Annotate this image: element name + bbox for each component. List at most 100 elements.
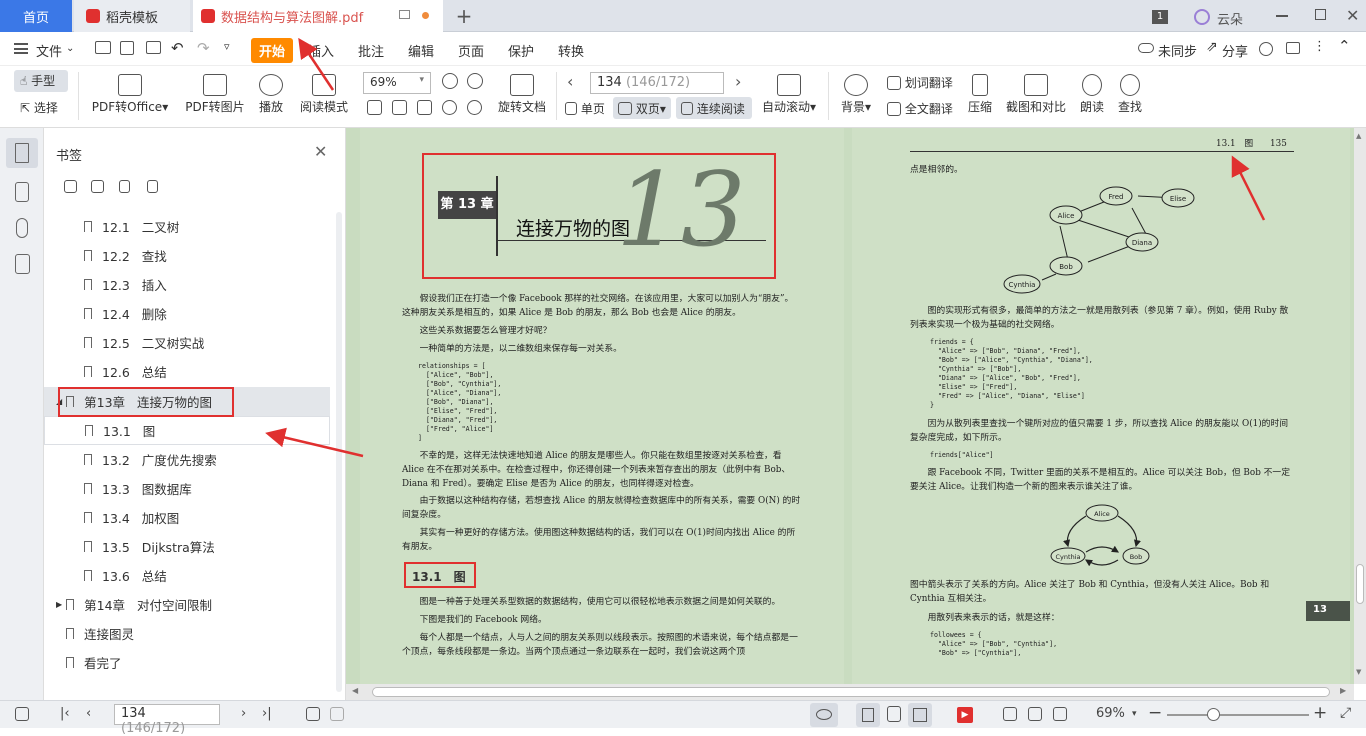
- document-view[interactable]: 第 13 章 连接万物的图 13 假设我们正在打造一个像 Facebook 那样…: [346, 128, 1354, 684]
- monitor-icon[interactable]: [399, 10, 410, 19]
- zoom-out-icon[interactable]: [442, 73, 458, 89]
- close-icon[interactable]: ✕: [1346, 6, 1359, 25]
- minimize-icon[interactable]: [1276, 15, 1288, 17]
- bookmark-list-icon[interactable]: [147, 180, 158, 193]
- hand-tool-button[interactable]: ☝ 手型: [14, 70, 68, 92]
- save-icon[interactable]: [120, 41, 134, 55]
- compress-button[interactable]: 压缩: [964, 74, 996, 115]
- bookmark-item[interactable]: 12.6 总结: [44, 357, 330, 386]
- avatar[interactable]: [1194, 9, 1210, 25]
- back-icon[interactable]: [306, 707, 320, 721]
- chevron-down-icon[interactable]: ⌄: [66, 43, 74, 54]
- zoom-dropdown-icon[interactable]: ▾: [1132, 709, 1137, 719]
- fit-width-icon[interactable]: [1053, 707, 1067, 721]
- signature-icon[interactable]: [15, 254, 30, 274]
- scroll-up-icon[interactable]: ▲: [1356, 132, 1361, 140]
- next-page-icon[interactable]: ›: [735, 72, 741, 91]
- close-panel-icon[interactable]: ✕: [314, 142, 327, 161]
- bookmark-item[interactable]: 12.5 二叉树实战: [44, 328, 330, 357]
- rotate-document-button[interactable]: 旋转文档: [494, 74, 550, 115]
- fullscreen-icon[interactable]: ⤢: [1340, 705, 1351, 721]
- full-translate-button[interactable]: 全文翻译: [887, 100, 953, 117]
- cloud-icon[interactable]: [1138, 43, 1154, 53]
- bookmark-item[interactable]: 看完了: [44, 648, 330, 677]
- last-page-icon[interactable]: ›|: [262, 706, 272, 721]
- find-button[interactable]: 查找: [1114, 74, 1146, 115]
- tab-document[interactable]: 数据结构与算法图解.pdf: [193, 0, 443, 32]
- word-translate-button[interactable]: 划词翻译: [887, 74, 953, 91]
- menu-annotate[interactable]: 批注: [358, 41, 384, 60]
- collapse-ribbon-icon[interactable]: ⌃: [1338, 37, 1351, 55]
- bookmark-item[interactable]: 13.2 广度优先搜索: [44, 445, 330, 474]
- restore-icon[interactable]: [1315, 9, 1326, 20]
- scroll-thumb[interactable]: [372, 687, 1330, 697]
- rotate-left-icon[interactable]: [442, 100, 457, 115]
- more-icon[interactable]: ⋮: [1313, 39, 1326, 54]
- open-folder-icon[interactable]: [95, 41, 111, 54]
- menu-file[interactable]: 文件: [36, 41, 62, 60]
- continuous-view-button[interactable]: [908, 703, 932, 727]
- horizontal-scrollbar[interactable]: ◀ ▶: [346, 684, 1354, 700]
- zoom-slider-handle[interactable]: [1207, 708, 1220, 721]
- tab-template[interactable]: 稻壳模板: [74, 0, 190, 32]
- first-page-icon[interactable]: |‹: [60, 706, 70, 721]
- read-mode-button[interactable]: 阅读模式: [296, 74, 352, 115]
- pdf-to-office-button[interactable]: PDF转Office▾: [90, 74, 170, 115]
- actual-size-icon[interactable]: [367, 100, 382, 115]
- prev-page-icon[interactable]: ‹: [567, 72, 573, 91]
- menu-convert[interactable]: 转换: [558, 41, 584, 60]
- actual-size-icon[interactable]: [1003, 707, 1017, 721]
- zoom-slider[interactable]: [1167, 714, 1309, 716]
- new-tab-button[interactable]: +: [452, 0, 476, 32]
- zoom-select[interactable]: 69% ▾: [363, 72, 431, 94]
- page-number-input[interactable]: 134 (146/172): [114, 704, 220, 736]
- fit-page-icon[interactable]: [1028, 707, 1042, 721]
- double-page-button[interactable]: 双页▾: [613, 97, 671, 119]
- bookmark-item[interactable]: 13.3 图数据库: [44, 474, 330, 503]
- prev-page-icon[interactable]: ‹: [86, 706, 91, 721]
- screenshot-compare-button[interactable]: 截图和对比: [1004, 74, 1068, 115]
- background-button[interactable]: 背景▾: [838, 74, 874, 115]
- collapse-arrow-icon[interactable]: ▶: [56, 600, 62, 609]
- forward-icon[interactable]: [330, 707, 344, 721]
- fit-width-icon[interactable]: [417, 100, 432, 115]
- window-count-badge[interactable]: 1: [1152, 10, 1168, 24]
- next-page-icon[interactable]: ›: [241, 706, 246, 721]
- print-icon[interactable]: [146, 41, 161, 54]
- feedback-icon[interactable]: [1286, 42, 1300, 54]
- menu-page[interactable]: 页面: [458, 41, 484, 60]
- tab-home[interactable]: 首页: [0, 0, 72, 32]
- read-aloud-button[interactable]: 朗读: [1076, 74, 1108, 115]
- pdf-to-image-button[interactable]: PDF转图片: [182, 74, 248, 115]
- sidebar-toggle-icon[interactable]: [15, 707, 29, 721]
- menu-edit[interactable]: 编辑: [408, 41, 434, 60]
- play-icon[interactable]: ▶: [957, 707, 973, 723]
- menu-start[interactable]: 开始: [251, 38, 294, 63]
- zoom-in-icon[interactable]: [467, 73, 483, 89]
- zoom-level[interactable]: 69%: [1096, 706, 1125, 721]
- undo-icon[interactable]: ↶: [171, 39, 184, 57]
- scroll-down-icon[interactable]: ▼: [1356, 668, 1361, 676]
- bookmark-item[interactable]: 12.4 删除: [44, 299, 330, 328]
- continuous-read-button[interactable]: 连续阅读: [676, 97, 752, 119]
- double-page-icon[interactable]: [887, 706, 901, 722]
- expand-all-icon[interactable]: [64, 180, 77, 193]
- bookmark-item[interactable]: 连接图灵: [44, 619, 330, 648]
- play-button[interactable]: 播放: [254, 74, 288, 115]
- hamburger-icon[interactable]: [14, 43, 28, 54]
- vertical-scrollbar[interactable]: ▲ ▼: [1354, 128, 1366, 684]
- bookmark-item[interactable]: 13.4 加权图: [44, 503, 330, 532]
- attachment-icon[interactable]: [16, 218, 28, 238]
- sync-status[interactable]: 未同步: [1158, 41, 1197, 60]
- scroll-thumb[interactable]: [1356, 564, 1364, 604]
- thumbnail-icon[interactable]: [15, 182, 29, 202]
- scroll-right-icon[interactable]: ▶: [1340, 686, 1346, 695]
- bookmark-item[interactable]: ▶ 第14章 对付空间限制: [44, 590, 330, 619]
- user-name[interactable]: 云朵: [1217, 9, 1243, 28]
- more-dropdown-icon[interactable]: ▿: [224, 40, 230, 53]
- share-button[interactable]: 分享: [1222, 41, 1248, 60]
- auto-scroll-button[interactable]: 自动滚动▾: [760, 74, 818, 115]
- bookmark-item[interactable]: 12.1 二叉树: [44, 212, 330, 241]
- collapse-all-icon[interactable]: [91, 180, 104, 193]
- page-number-input[interactable]: 134 (146/172): [590, 72, 724, 94]
